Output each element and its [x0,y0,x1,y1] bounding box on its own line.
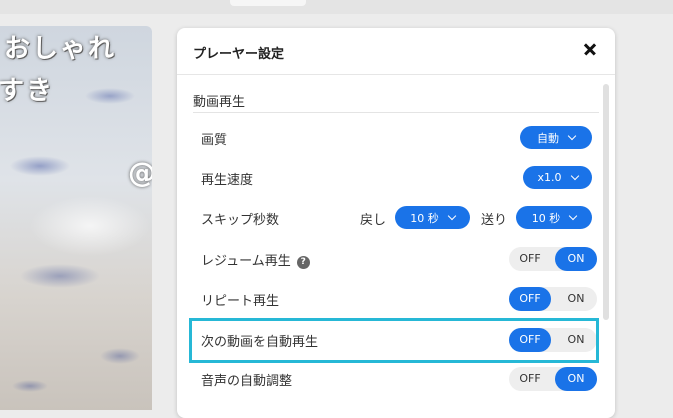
video-overlay-text-2: すき [0,76,55,106]
browser-top-bar [0,0,673,14]
skip-forward-value: 10 秒 [531,211,561,225]
resume-on[interactable]: ON [555,247,597,271]
autoplay-next-label: 次の動画を自動再生 [201,335,319,350]
panel-header: プレーヤー設定 [177,28,615,75]
quality-row: 画質 自動 [193,118,599,158]
auto-volume-row: 音声の自動調整 OFF ON [193,359,599,399]
repeat-label: リピート再生 [201,294,280,309]
auto-volume-off[interactable]: OFF [509,367,551,391]
video-overlay-at: @ [128,156,152,189]
close-icon[interactable] [579,38,601,60]
skip-forward-select[interactable]: 10 秒 [516,206,592,229]
skip-label: スキップ秒数 [201,213,280,228]
panel-scrollbar[interactable] [603,84,609,320]
speed-row: 再生速度 x1.0 [193,158,599,198]
autoplay-next-on[interactable]: ON [555,328,597,352]
resume-label: レジューム再生? [201,250,310,269]
repeat-toggle[interactable]: OFF ON [509,287,597,311]
speed-select[interactable]: x1.0 [523,166,592,189]
repeat-off[interactable]: OFF [509,287,551,311]
resume-row: レジューム再生? OFF ON [193,239,599,279]
repeat-on[interactable]: ON [555,287,597,311]
autoplay-next-off[interactable]: OFF [509,328,551,352]
resume-label-text: レジューム再生 [201,254,291,269]
chevron-down-icon [570,171,579,180]
resume-toggle[interactable]: OFF ON [509,247,597,271]
skip-row: スキップ秒数 戻し 10 秒 送り 10 秒 [193,198,599,238]
speed-label: 再生速度 [201,173,254,188]
resume-off[interactable]: OFF [509,247,551,271]
auto-volume-on[interactable]: ON [555,367,597,391]
chevron-down-icon [567,131,577,140]
video-overlay-text-1: おしゃれ [4,34,117,64]
quality-label: 画質 [201,133,228,148]
quality-select[interactable]: 自動 [520,126,592,149]
top-tab [230,0,306,6]
autoplay-next-row: 次の動画を自動再生 OFF ON [193,320,599,360]
section-title: 動画再生 [193,95,246,110]
chevron-down-icon [447,211,456,220]
help-icon[interactable]: ? [296,256,310,269]
player-settings-panel: プレーヤー設定 動画再生 画質 自動 再生速度 x1.0 スキップ秒数 戻し 1… [177,28,615,418]
quality-value: 自動 [537,131,559,145]
skip-back-label: 戻し [360,213,387,228]
panel-title: プレーヤー設定 [193,47,285,62]
skip-forward-label: 送り [481,213,508,228]
skip-back-select[interactable]: 10 秒 [395,206,470,229]
speed-value: x1.0 [537,171,562,184]
video-player[interactable]: おしゃれ すき @ [0,26,152,410]
chevron-down-icon [569,211,578,220]
autoplay-next-toggle[interactable]: OFF ON [509,328,597,352]
skip-back-value: 10 秒 [410,211,439,225]
auto-volume-label: 音声の自動調整 [201,374,293,389]
repeat-row: リピート再生 OFF ON [193,279,599,319]
section-divider [193,112,599,113]
auto-volume-toggle[interactable]: OFF ON [509,367,597,391]
